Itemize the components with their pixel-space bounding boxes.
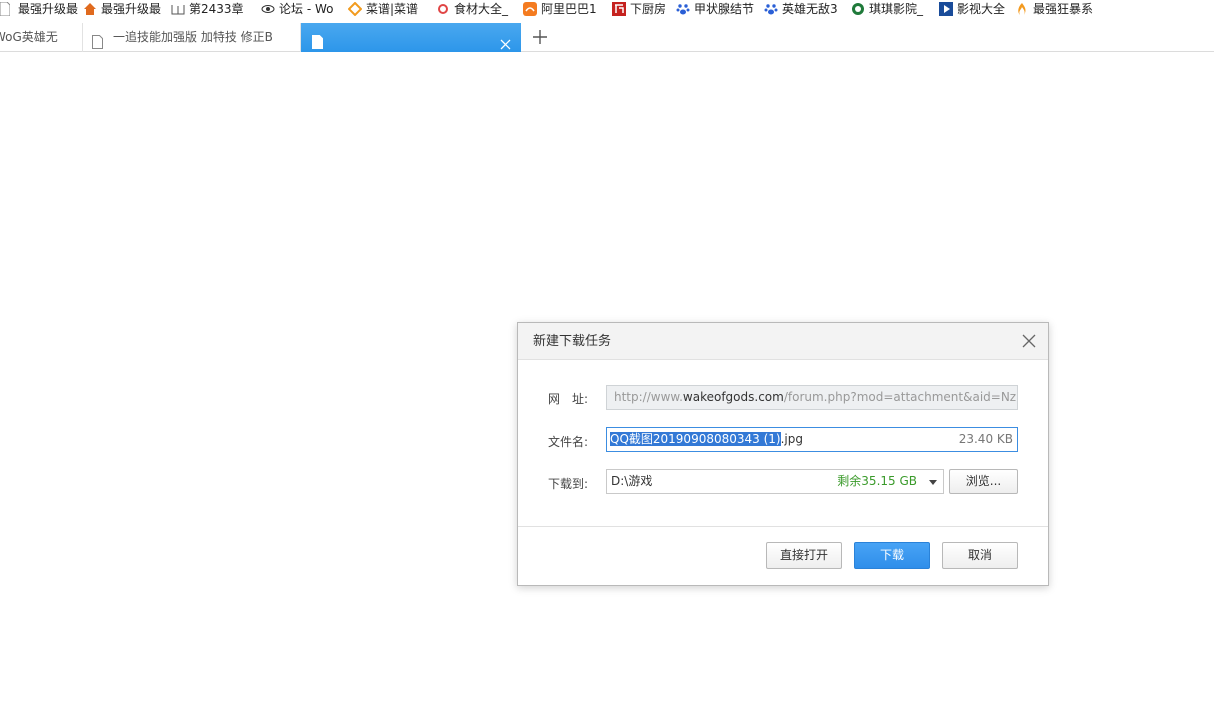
url-field[interactable]: http://www.wakeofgods.com/forum.php?mod=… (606, 385, 1018, 410)
browse-button[interactable]: 浏览... (949, 469, 1018, 494)
bookmark-7[interactable]: 下厨房 (612, 0, 666, 18)
bookmark-12[interactable]: 最强狂暴系 (1015, 0, 1093, 18)
bookmark-0[interactable]: 最强升级最 (0, 0, 78, 18)
film-ring-icon (851, 2, 865, 16)
bookmark-1[interactable]: 最强升级最 (83, 0, 161, 18)
dialog-title: 新建下载任务 (533, 334, 612, 349)
bookmark-3[interactable]: 论坛 - Wo (261, 0, 333, 18)
dialog-divider (518, 526, 1048, 527)
bookmark-2[interactable]: 第2433章 (171, 0, 244, 18)
cancel-button[interactable]: 取消 (942, 542, 1018, 569)
filename-selected-text: QQ截图20190908080343 (1) (610, 432, 781, 446)
dialog-header: 新建下载任务 (518, 323, 1048, 360)
free-space: 剩余35.15 GB (837, 474, 917, 488)
tab-2-active[interactable] (301, 23, 521, 52)
filename-input[interactable]: QQ截图20190908080343 (1).jpg 23.40 KB (606, 427, 1018, 452)
download-button[interactable]: 下载 (854, 542, 930, 569)
eye-icon (261, 2, 275, 16)
xiachufang-icon (612, 2, 626, 16)
download-dialog: 新建下载任务 网 址: http://www.wakeofgods.com/fo… (517, 322, 1049, 586)
paw-icon (764, 2, 778, 16)
paw-icon (676, 2, 690, 16)
page-icon (92, 31, 103, 49)
filename-extension: .jpg (780, 432, 803, 446)
close-icon[interactable] (1022, 334, 1036, 348)
house-icon (83, 2, 97, 16)
diamond-icon (347, 1, 363, 17)
open-directly-button[interactable]: 直接打开 (766, 542, 842, 569)
tab-1[interactable]: 一追技能加强版 加特技 修正B (83, 23, 301, 52)
bookmark-6[interactable]: 阿里巴巴1 (523, 0, 597, 18)
page-icon (0, 1, 14, 17)
chevron-down-icon[interactable] (929, 480, 937, 485)
new-tab-icon[interactable] (528, 23, 552, 52)
bookmarks-bar: 最强升级最 最强升级最 第2433章 论坛 - Wo 菜谱|菜谱 食材大全_ 阿… (0, 0, 1214, 18)
book-icon (171, 2, 185, 16)
bookmark-10[interactable]: 琪琪影院_ (851, 0, 923, 18)
bookmark-11[interactable]: 影视大全 (939, 0, 1005, 18)
saveto-label: 下载到: (548, 477, 589, 491)
url-label: 网 址: (548, 392, 589, 406)
bookmark-4[interactable]: 菜谱|菜谱 (347, 0, 418, 18)
alibaba-icon (523, 2, 537, 16)
file-size: 23.40 KB (958, 432, 1013, 446)
page-icon (312, 31, 323, 49)
play-icon (939, 2, 953, 16)
tab-strip: WoG英雄无 一追技能加强版 加特技 修正B (0, 23, 1214, 52)
filename-label: 文件名: (548, 435, 589, 449)
ring-icon (436, 2, 450, 16)
close-tab-icon[interactable] (500, 32, 511, 50)
bookmark-8[interactable]: 甲状腺结节 (676, 0, 754, 18)
tab-0[interactable]: WoG英雄无 (0, 23, 83, 52)
flame-icon (1015, 2, 1029, 16)
bookmark-9[interactable]: 英雄无敌3 (764, 0, 838, 18)
save-directory-select[interactable]: D:\游戏 剩余35.15 GB (606, 469, 944, 494)
save-directory: D:\游戏 (611, 474, 653, 488)
bookmark-5[interactable]: 食材大全_ (436, 0, 508, 18)
